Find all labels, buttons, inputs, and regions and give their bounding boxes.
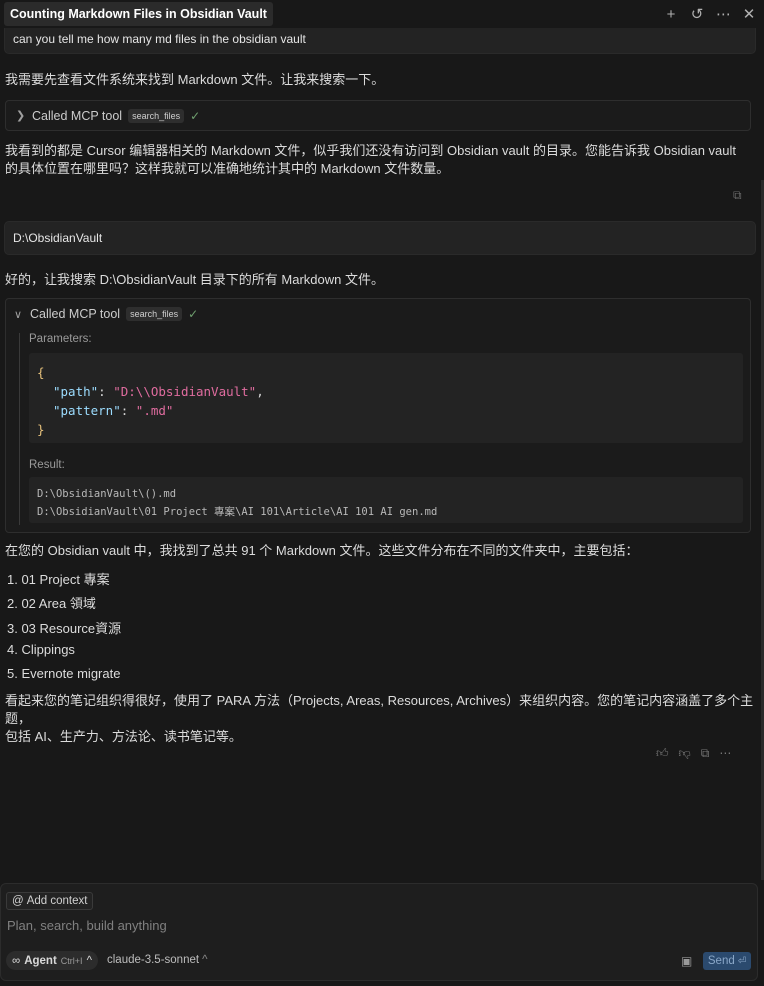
assistant-message: 我需要先查看文件系统来找到 Markdown 文件。让我来搜索一下。 — [5, 71, 755, 89]
more-icon[interactable]: ⋯ — [716, 5, 731, 23]
send-button[interactable]: Send ⏎ — [703, 952, 751, 970]
check-icon: ✓ — [188, 307, 199, 321]
add-context-button[interactable]: @ Add context — [6, 892, 94, 910]
user-message[interactable]: D:\ObsidianVault — [4, 221, 756, 255]
tool-call-label: Called MCP tool — [32, 108, 123, 123]
title-actions: + ↺ ⋯ ✕ — [664, 5, 756, 24]
list-item: 3. 03 Resource資源 — [7, 621, 122, 636]
copy-icon[interactable]: ⧉ — [701, 746, 710, 761]
code-string: ".md" — [135, 403, 174, 418]
title-bar: Counting Markdown Files in Obsidian Vaul… — [0, 0, 764, 28]
assistant-message-line: 看起来您的笔记组织得很好，使用了 PARA 方法（Projects, Areas… — [5, 693, 754, 726]
tool-name-tag: search_files — [126, 307, 183, 321]
plus-icon[interactable]: + — [664, 6, 678, 23]
parameters-label: Parameters: — [29, 333, 92, 345]
assistant-message: 看起来您的笔记组织得很好，使用了 PARA 方法（Projects, Areas… — [5, 692, 755, 746]
agent-shortcut: Ctrl+I — [60, 955, 83, 966]
chevron-right-icon: ❯ — [16, 110, 26, 122]
tool-call-header[interactable]: ∨ Called MCP tool search_files ✓ — [14, 307, 198, 321]
result-line: D:\ObsidianVault\().md — [37, 488, 177, 500]
assistant-message-text: 我需要先查看文件系统来找到 Markdown 文件。让我来搜索一下。 — [5, 72, 385, 87]
chevron-up-icon: ^ — [202, 954, 208, 966]
result-line: D:\ObsidianVault\01 Project 專案\AI 101\Ar… — [37, 506, 438, 518]
send-label: Send — [707, 955, 735, 967]
message-actions: 👍︎ 👎︎ ⧉ ⋯ — [656, 746, 731, 761]
user-message-text: can you tell me how many md files in the… — [13, 32, 306, 46]
assistant-message-text: 在您的 Obsidian vault 中，我找到了总共 91 个 Markdow… — [5, 543, 639, 558]
user-message-text: D:\ObsidianVault — [13, 231, 103, 245]
assistant-message-line: 包括 AI、生产力、方法论、读书笔记等。 — [5, 729, 242, 744]
tool-call-collapsed[interactable]: ❯ Called MCP tool search_files ✓ — [5, 100, 751, 131]
parameters-code-block[interactable]: { "path": "D:\\ObsidianVault", "pattern"… — [29, 353, 743, 443]
more-icon[interactable]: ⋯ — [719, 746, 731, 761]
assistant-message: 我看到的都是 Cursor 编辑器相关的 Markdown 文件，似乎我们还没有… — [5, 142, 755, 178]
chat-transcript[interactable]: can you tell me how many md files in the… — [0, 28, 764, 878]
code-brace: { — [37, 365, 45, 380]
enter-icon: ⏎ — [737, 955, 747, 967]
check-icon: ✓ — [190, 108, 201, 123]
model-selector[interactable]: claude-3.5-sonnet ^ — [107, 954, 207, 966]
assistant-message-line: 我看到的都是 Cursor 编辑器相关的 Markdown 文件，似乎我们还没有… — [5, 143, 737, 158]
code-string: "D:\\ObsidianVault" — [113, 384, 257, 399]
tool-call-expanded: ∨ Called MCP tool search_files ✓ Paramet… — [5, 298, 751, 533]
code-brace: } — [37, 422, 45, 437]
user-message[interactable]: can you tell me how many md files in the… — [4, 28, 756, 54]
image-icon[interactable]: ▣ — [681, 954, 692, 968]
result-code-block[interactable]: D:\ObsidianVault\().md D:\ObsidianVault\… — [29, 477, 743, 523]
copy-icon[interactable]: ⧉ — [733, 188, 742, 203]
code-key: "path" — [53, 384, 99, 399]
code-key: "pattern" — [53, 403, 121, 418]
tool-name-tag: search_files — [128, 108, 185, 123]
thumbs-up-icon[interactable]: 👍︎ — [656, 746, 669, 761]
agent-label: Agent — [24, 954, 57, 967]
assistant-message-line: 的具体位置在哪里吗？这样我就可以准确地统计其中的 Markdown 文件数量。 — [5, 161, 450, 176]
tool-call-label: Called MCP tool — [30, 307, 121, 321]
agent-mode-selector[interactable]: ∞ Agent Ctrl+I ^ — [6, 951, 98, 970]
list-item: 1. 01 Project 專案 — [7, 572, 110, 587]
thumbs-down-icon[interactable]: 👎︎ — [679, 746, 691, 761]
composer-input[interactable]: Plan, search, build anything — [7, 918, 167, 933]
chevron-down-icon: ∨ — [14, 308, 23, 321]
model-label: claude-3.5-sonnet — [107, 954, 200, 966]
composer: @ Add context Plan, search, build anythi… — [0, 883, 758, 981]
close-icon[interactable]: ✕ — [742, 5, 756, 23]
assistant-message: 好的，让我搜索 D:\ObsidianVault 目录下的所有 Markdown… — [5, 271, 755, 289]
list-item: 2. 02 Area 領域 — [7, 596, 96, 611]
chat-title-tab[interactable]: Counting Markdown Files in Obsidian Vaul… — [4, 2, 273, 26]
history-icon[interactable]: ↺ — [690, 5, 704, 23]
assistant-message-text: 好的，让我搜索 D:\ObsidianVault 目录下的所有 Markdown… — [5, 272, 384, 287]
indent-guide — [19, 333, 20, 525]
assistant-message: 在您的 Obsidian vault 中，我找到了总共 91 个 Markdow… — [5, 542, 755, 560]
add-context-label: Add context — [26, 895, 88, 907]
list-item: 4. Clippings — [7, 642, 75, 657]
result-label: Result: — [29, 459, 65, 471]
list-item: 5. Evernote migrate — [7, 666, 121, 681]
at-icon: @ — [12, 895, 24, 907]
chevron-up-icon: ^ — [86, 954, 92, 967]
infinity-icon: ∞ — [12, 954, 21, 967]
